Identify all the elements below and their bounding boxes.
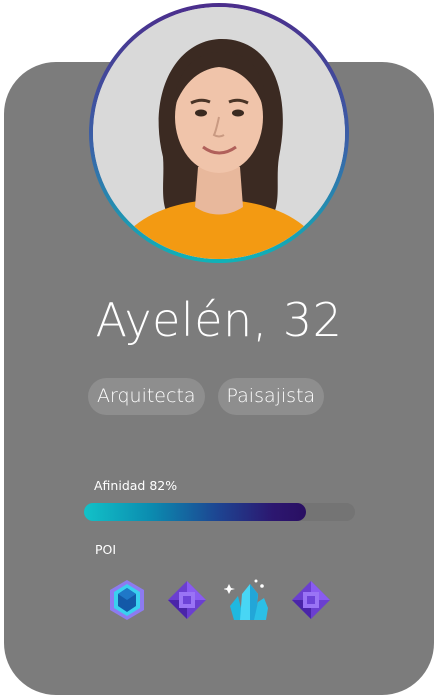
profile-name-age: Ayelén, 32 — [95, 293, 343, 347]
cyan-crystal-cluster-icon[interactable] — [223, 576, 270, 624]
avatar[interactable] — [93, 7, 345, 259]
avatar-portrait — [93, 7, 345, 259]
purple-gem-icon[interactable] — [164, 576, 210, 624]
affinity-label: Afinidad 82% — [94, 478, 178, 493]
profession-tags: Arquitecta Paisajista — [88, 378, 325, 415]
tag-paisajista[interactable]: Paisajista — [217, 378, 325, 415]
tag-arquitecta[interactable]: Arquitecta — [88, 378, 205, 415]
poi-label: POI — [95, 542, 117, 557]
blue-hexagon-gem-icon[interactable] — [104, 576, 150, 624]
affinity-bar-fill — [84, 503, 307, 521]
avatar-ring — [89, 3, 349, 263]
purple-gem-icon[interactable] — [288, 576, 334, 624]
affinity-bar-track — [84, 503, 355, 521]
poi-icons — [104, 576, 344, 626]
